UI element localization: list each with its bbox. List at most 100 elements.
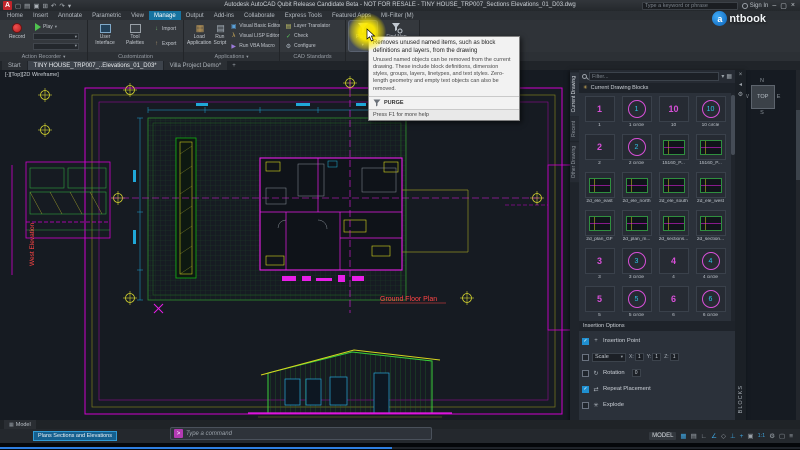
- rotation-angle-field[interactable]: 0: [632, 369, 641, 377]
- palette-autohide-icon[interactable]: ◂: [739, 81, 742, 88]
- sign-in-button[interactable]: Sign In: [742, 3, 769, 9]
- autocad-logo-icon[interactable]: A: [3, 1, 12, 10]
- action-preference-dropdown[interactable]: ▾: [33, 43, 79, 50]
- explode-checkbox[interactable]: [582, 402, 589, 409]
- repeat-placement-option[interactable]: ⇄ Repeat Placement: [582, 382, 732, 396]
- panel-label-action-recorder[interactable]: Action Recorder▾: [0, 52, 87, 61]
- block-item[interactable]: 33: [581, 247, 618, 285]
- qat-menu-icon[interactable]: ▾: [68, 2, 71, 10]
- tab-featured-apps[interactable]: Featured Apps: [327, 11, 376, 20]
- import-button[interactable]: ↓Import: [151, 24, 178, 33]
- repeat-placement-checkbox[interactable]: [582, 386, 589, 393]
- tab-insert[interactable]: Insert: [28, 11, 53, 20]
- block-item[interactable]: 33 circle: [618, 247, 655, 285]
- record-button[interactable]: Record: [3, 21, 31, 51]
- customize-menu-icon[interactable]: ≡: [789, 433, 793, 440]
- panel-label-applications[interactable]: Applications▾: [184, 52, 279, 61]
- block-item[interactable]: 2d_sections...: [655, 209, 692, 247]
- grid-toggle-icon[interactable]: ▦: [680, 432, 686, 440]
- viewcube-east[interactable]: E: [777, 94, 781, 100]
- palette-properties-icon[interactable]: ⚙: [738, 91, 743, 98]
- visual-basic-editor-button[interactable]: ▣Visual Basic Editor: [228, 22, 283, 31]
- annotation-scale-button[interactable]: 1:1: [758, 433, 766, 439]
- canvas-scrollbar[interactable]: [796, 70, 800, 420]
- block-item[interactable]: 11: [581, 95, 618, 133]
- panel-label-customization[interactable]: Customization: [88, 52, 183, 61]
- load-application-button[interactable]: ▦ Load Application: [187, 21, 211, 51]
- layer-translator-button[interactable]: ▤Layer Translator: [283, 22, 332, 31]
- view-options-icon[interactable]: ▦: [726, 73, 732, 80]
- block-item[interactable]: 2d_plan_m...: [618, 209, 655, 247]
- minimize-button[interactable]: –: [772, 2, 776, 10]
- block-item[interactable]: 66 circle: [692, 285, 729, 321]
- block-item[interactable]: 44 circle: [692, 247, 729, 285]
- action-macro-dropdown[interactable]: ▾: [33, 33, 79, 40]
- rotation-option[interactable]: ↻ Rotation 0: [582, 366, 732, 380]
- block-item[interactable]: 55: [581, 285, 618, 321]
- viewcube-top-face[interactable]: TOP: [751, 85, 775, 109]
- tab-recent[interactable]: Recent: [570, 117, 579, 141]
- sort-icon[interactable]: ▾: [721, 73, 724, 80]
- block-item[interactable]: 2d_ele_west: [692, 171, 729, 209]
- lineweight-toggle-icon[interactable]: ▣: [747, 432, 753, 440]
- command-input-placeholder[interactable]: Type a command: [186, 431, 232, 437]
- save-icon[interactable]: ▣: [33, 2, 39, 10]
- tab-current-drawing[interactable]: Current Drawing: [570, 72, 579, 116]
- file-tab-villa-project[interactable]: Villa Project Demo*: [164, 61, 228, 70]
- block-item[interactable]: 2d_ele_south: [655, 171, 692, 209]
- workspace-gear-icon[interactable]: ⚙: [769, 432, 775, 440]
- block-item[interactable]: 66: [655, 285, 692, 321]
- tab-mi-filter[interactable]: MI-Filter (M): [376, 11, 419, 20]
- export-button[interactable]: ↑Export: [151, 39, 178, 48]
- command-line[interactable]: > Type a command: [170, 427, 432, 440]
- restore-button[interactable]: ▢: [780, 2, 787, 10]
- tab-parametric[interactable]: Parametric: [87, 11, 126, 20]
- block-item[interactable]: 1010: [655, 95, 692, 133]
- isodraft-icon[interactable]: ◇: [721, 432, 726, 440]
- block-item[interactable]: 22 circle: [618, 133, 655, 171]
- scale-z-field[interactable]: 1: [670, 353, 679, 361]
- tab-other-drawing[interactable]: Other Drawing: [570, 142, 579, 182]
- block-filter-input[interactable]: [589, 72, 719, 81]
- file-tab-start[interactable]: Start: [2, 61, 27, 70]
- explode-option[interactable]: ✳ Explode: [582, 398, 732, 412]
- plot-icon[interactable]: ⊞: [42, 2, 47, 10]
- model-space-button[interactable]: MODEL: [649, 432, 676, 440]
- file-tab-tiny-house[interactable]: TINY HOUSE_TRP007_..Elevations_01_D03*: [28, 61, 163, 70]
- user-interface-button[interactable]: User Interface: [91, 21, 119, 51]
- block-item[interactable]: 15160_P...: [692, 133, 729, 171]
- block-item[interactable]: 2d_ele_north: [618, 171, 655, 209]
- layout-tab-plans-sections[interactable]: Plans Sections and Elevations: [33, 431, 117, 441]
- insertion-point-option[interactable]: + Insertion Point: [582, 334, 732, 348]
- block-item[interactable]: 55 circle: [618, 285, 655, 321]
- ortho-toggle-icon[interactable]: ∟: [701, 433, 707, 440]
- polar-tracking-icon[interactable]: ∠: [711, 432, 717, 440]
- model-tab[interactable]: ▦Model: [4, 420, 36, 429]
- redo-icon[interactable]: ↷: [59, 2, 64, 10]
- block-item[interactable]: 2d_plan_GF: [581, 209, 618, 247]
- new-drawing-tab-button[interactable]: +: [228, 61, 240, 70]
- tab-addins[interactable]: Add-ins: [209, 11, 239, 20]
- block-item[interactable]: 44: [655, 247, 692, 285]
- undo-icon[interactable]: ↶: [51, 2, 56, 10]
- block-item[interactable]: 1010 circle: [692, 95, 729, 133]
- visual-lisp-editor-button[interactable]: λVisual LISP Editor: [228, 32, 283, 41]
- help-search-input[interactable]: [642, 2, 738, 10]
- tab-output[interactable]: Output: [181, 11, 209, 20]
- block-item[interactable]: 15160_P...: [655, 133, 692, 171]
- check-button[interactable]: ✓Check: [283, 32, 332, 41]
- scale-x-field[interactable]: 1: [635, 353, 644, 361]
- run-vba-macro-button[interactable]: ▶Run VBA Macro: [228, 42, 283, 51]
- viewport-controls[interactable]: [-][Top][2D Wireframe]: [5, 72, 59, 78]
- new-file-icon[interactable]: ▢: [15, 2, 21, 10]
- block-item[interactable]: 2d_ele_east: [581, 171, 618, 209]
- tab-view[interactable]: View: [126, 11, 149, 20]
- rotation-checkbox[interactable]: [582, 370, 589, 377]
- play-button[interactable]: Play▾: [33, 22, 79, 31]
- scale-option[interactable]: Scale▾ X:1 Y:1 Z:1: [582, 350, 732, 364]
- osnap-toggle-icon[interactable]: ⊥: [730, 432, 736, 440]
- configure-button[interactable]: ⚙Configure: [283, 42, 332, 51]
- close-button[interactable]: ×: [791, 2, 795, 10]
- current-drawing-blocks-header[interactable]: ✳ Current Drawing Blocks: [579, 83, 735, 93]
- scale-dropdown[interactable]: Scale▾: [592, 353, 626, 362]
